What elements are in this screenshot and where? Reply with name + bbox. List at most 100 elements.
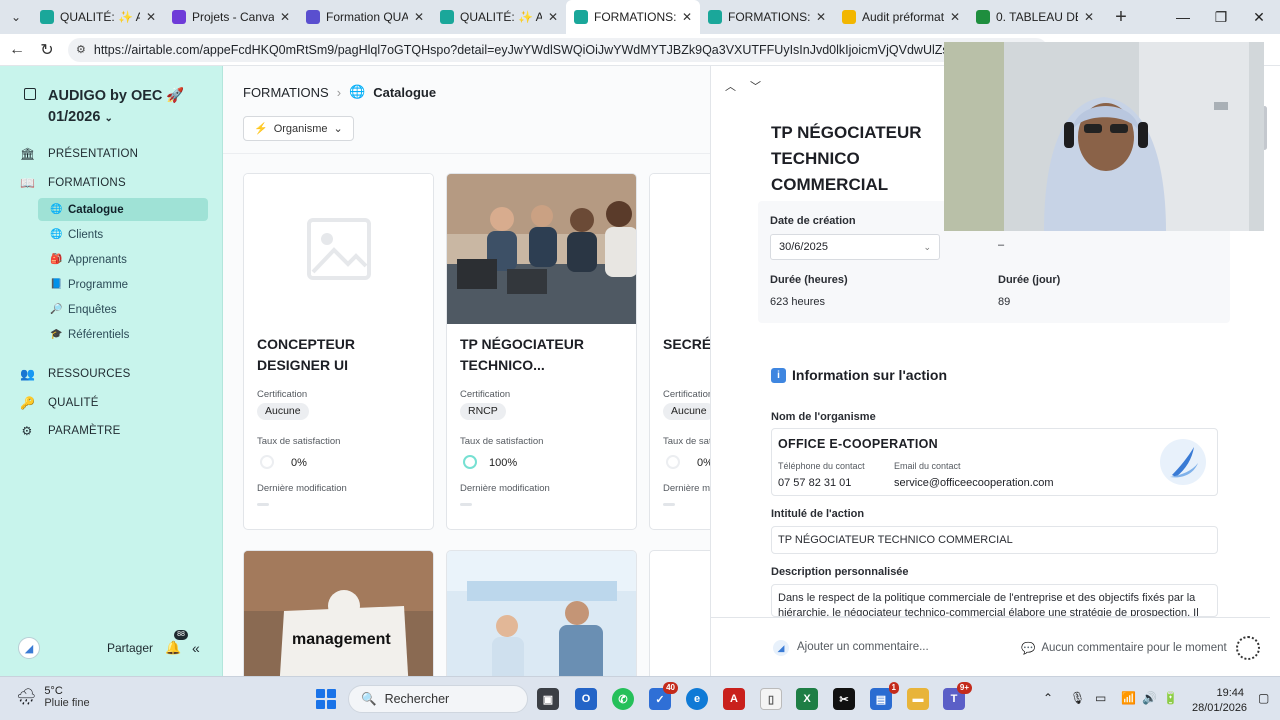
date-select[interactable]: 30/6/2025 ⌄ [770,234,940,260]
sidebar-item-referentiels[interactable]: 🎓 Référentiels [38,323,208,346]
capcut-icon[interactable]: ✂ [833,688,855,710]
organisme-filter-button[interactable]: ⚡ Organisme ⌄ [243,116,354,141]
chevron-up-icon[interactable]: ⌃ [1043,691,1053,705]
certification-pill: Aucune [663,403,710,420]
close-tab-icon[interactable]: ✕ [146,10,156,24]
chevron-down-icon[interactable]: ﹀ [750,78,761,94]
tab-label: QUALITÉ: ✨ Audit [60,10,140,24]
formation-card[interactable]: CONCEPTEUR DESIGNER UI Certification Auc… [243,173,434,530]
org-logo-icon[interactable]: ◢ [18,637,40,659]
close-tab-icon[interactable]: ✕ [682,10,692,24]
days-value: 89 [998,296,1011,308]
close-tab-icon[interactable]: ✕ [816,10,826,24]
store-icon[interactable]: ▤ 1 [870,682,899,710]
description-field[interactable]: Dans le respect de la politique commerci… [771,584,1218,617]
comment-input[interactable]: Ajouter un commentaire... [797,641,929,653]
record-title: TP NÉGOCIATEUR TECHNICO COMMERCIAL [771,123,922,194]
workspace-title[interactable]: AUDIGO by OEC 🚀 01/2026 ⌄ [48,86,208,129]
formation-card[interactable]: management [243,550,434,676]
modified-value [460,503,472,506]
browser-tab[interactable]: Projets - Canva ✕ [164,0,298,34]
whatsapp-icon[interactable]: ✆ [612,688,634,710]
wifi-icon[interactable]: 📶 [1121,691,1136,705]
hours-value: 623 heures [770,296,826,308]
browser-tab[interactable]: QUALITÉ: ✨ Audit ✕ [32,0,164,34]
outlook-icon[interactable]: O [575,688,597,710]
bell-icon[interactable]: 🔔 [165,640,181,656]
acrobat-icon[interactable]: A [723,688,745,710]
clock[interactable]: 19:44 28/01/2026 [1192,686,1247,716]
edge-icon[interactable]: e [686,688,708,710]
close-window-icon[interactable]: ✕ [1240,0,1278,34]
chevron-down-icon: ⌄ [923,241,931,252]
battery-icon[interactable]: 🔋 [1163,691,1178,705]
display-icon[interactable]: ▭ [1095,691,1106,705]
close-tab-icon[interactable]: ✕ [414,10,424,24]
sidebar-item-label: Référentiels [68,328,130,341]
sidebar-item-enquetes[interactable]: 🔎 Enquêtes [38,298,208,321]
maximize-icon[interactable]: ❐ [1202,0,1240,34]
excel-icon[interactable]: X [796,688,818,710]
browser-tab[interactable]: QUALITÉ: ✨ Audit ✕ [432,0,566,34]
chevron-down-icon[interactable]: ⌄ [104,113,112,124]
no-comment-text: Aucun commentaire pour le moment [1041,642,1227,654]
nav-parametre[interactable]: ⚙ PARAMÈTRE [20,424,121,438]
sail-logo-icon [1170,447,1198,478]
browser-tab[interactable]: Audit préformation ✕ [834,0,968,34]
tab-actions-menu-icon[interactable]: ⌄ [0,0,32,34]
windows-start-icon[interactable] [316,689,336,709]
weather-widget[interactable]: 🌧 5°C Pluie fine [16,685,90,709]
formation-card[interactable] [649,550,710,676]
tab-favicon-icon [574,10,588,24]
url-field[interactable]: ⚙ https://airtable.com/appeFcdHKQ0mRtSm9… [68,37,1048,62]
sidebar-item-programme[interactable]: 📘 Programme [38,273,208,296]
notification-center-icon[interactable]: ▢ [1258,691,1269,705]
sidebar-item-clients[interactable]: 🌐 Clients [38,223,208,246]
nav-presentation[interactable]: 🏛 PRÉSENTATION [20,147,138,161]
todo-icon[interactable]: ✓ 40 [649,682,678,710]
formation-card[interactable]: SECRÉT ASSIST Certification Aucune Taux … [649,173,710,530]
sidebar-item-apprenants[interactable]: 🎒 Apprenants [38,248,208,271]
org-logo-icon [1160,439,1206,485]
nav-formations[interactable]: 📖 FORMATIONS [20,176,126,190]
browser-tab[interactable]: FORMATIONS: 🎒 A ✕ [700,0,834,34]
collapse-sidebar-icon[interactable]: « [192,640,200,656]
back-arrow-icon[interactable]: ← [2,35,32,65]
org-record-card[interactable]: OFFICE E-COOPERATION Téléphone du contac… [771,428,1218,496]
minimize-icon[interactable]: — [1164,0,1202,34]
url-text: https://airtable.com/appeFcdHKQ0mRtSm9/p… [93,42,1039,57]
taskbar-search[interactable]: 🔍 Rechercher [348,685,528,713]
close-tab-icon[interactable]: ✕ [548,10,558,24]
nav-qualite[interactable]: 🔑 QUALITÉ [20,396,99,410]
image-placeholder [650,174,710,324]
file-icon[interactable]: ▯ [760,688,782,710]
browser-tab[interactable]: 0. TABLEAU DE BOR ✕ [968,0,1102,34]
microphone-icon[interactable]: 🎙 [1070,691,1085,705]
formation-card[interactable] [446,550,637,676]
browser-tab[interactable]: Formation QUALIOPI ✕ [298,0,432,34]
breadcrumb-root[interactable]: FORMATIONS [243,85,329,100]
site-info-icon[interactable]: ⚙ [76,43,86,56]
volume-icon[interactable]: 🔊 [1142,691,1157,705]
modified-label: Dernière modification [257,483,347,494]
teams-icon[interactable]: T 9+ [943,682,972,710]
folder-icon[interactable]: ▬ [907,688,929,710]
share-button[interactable]: Partager [107,641,153,655]
reload-icon[interactable]: ↻ [32,35,62,65]
close-tab-icon[interactable]: ✕ [1084,10,1094,24]
magnifier-icon: 🔎 [50,304,63,315]
formation-card[interactable]: TP NÉGOCIATEUR TECHNICO... Certification… [446,173,637,530]
nav-ressources[interactable]: 👥 RESSOURCES [20,367,131,381]
sidebar-item-catalogue[interactable]: 🌐 Catalogue [38,198,208,221]
filter-label: Organisme [273,122,328,135]
new-tab-button[interactable]: + [1106,6,1136,29]
chevron-up-icon[interactable]: ︿ [725,78,736,94]
browser-tab[interactable]: FORMATIONS: 🌐 C ✕ [566,0,700,34]
action-field[interactable]: TP NÉGOCIATEUR TECHNICO COMMERCIAL [771,526,1218,554]
email-label: Email du contact [894,461,961,471]
app-sidebar: AUDIGO by OEC 🚀 01/2026 ⌄ 🏛 PRÉSENTATION… [0,66,223,676]
task-view-icon[interactable]: ▣ [537,688,559,710]
satisfaction-label: Taux de satisfaction [460,436,544,447]
close-tab-icon[interactable]: ✕ [280,10,290,24]
close-tab-icon[interactable]: ✕ [950,10,960,24]
